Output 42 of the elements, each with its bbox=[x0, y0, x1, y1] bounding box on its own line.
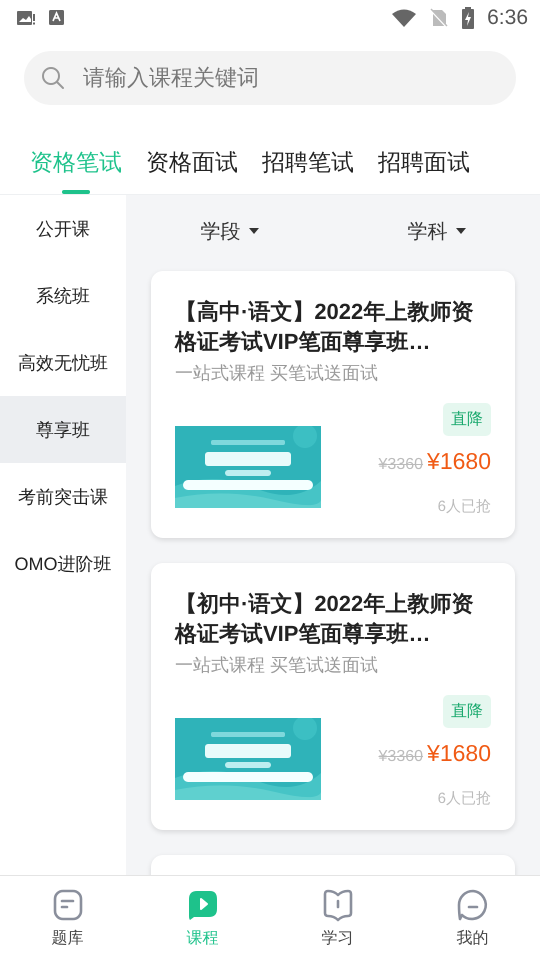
price: ¥1680 bbox=[427, 740, 491, 767]
course-title: 【初中·语文】2022年上教师资格证考试VIP笔面尊享班… bbox=[175, 590, 474, 648]
clock-time: 6:36 bbox=[487, 6, 528, 30]
filter-dropdown[interactable]: 学科 bbox=[404, 214, 470, 248]
tab[interactable]: 招聘笔试 bbox=[254, 131, 362, 178]
nav-tab[interactable]: 我的 bbox=[456, 928, 488, 949]
sidebar-item[interactable]: 尊享班 bbox=[0, 396, 126, 463]
no-sim-icon bbox=[429, 8, 450, 28]
course-title: 【高中·语文】2022年上教师资格证考试VIP笔面尊享班… bbox=[175, 298, 474, 356]
font-icon bbox=[48, 9, 66, 27]
book-icon bbox=[320, 888, 354, 922]
image-alert-icon bbox=[16, 9, 36, 27]
caret-icon bbox=[248, 228, 258, 234]
caret-icon bbox=[456, 228, 466, 234]
battery-charging-icon bbox=[461, 7, 476, 29]
price: ¥1680 bbox=[427, 448, 491, 475]
original-price: ¥3360 bbox=[378, 748, 424, 766]
sidebar-item[interactable]: 考前突击课 bbox=[0, 463, 126, 530]
course-subtitle: 一站式课程 买笔试送面试 bbox=[175, 654, 380, 677]
tab-underline bbox=[62, 190, 90, 194]
course-subtitle: 一站式课程 买笔试送面试 bbox=[175, 362, 380, 385]
nav-tab[interactable]: 学习 bbox=[322, 928, 354, 949]
search-icon bbox=[40, 65, 66, 91]
sidebar-item[interactable]: OMO进阶班 bbox=[0, 530, 126, 597]
discount-tag: 直降 bbox=[443, 403, 491, 436]
filter-dropdown[interactable]: 学段 bbox=[196, 214, 262, 248]
wifi-icon bbox=[391, 8, 418, 28]
nav-tab[interactable]: 题库 bbox=[52, 928, 84, 949]
chat-bubble-icon bbox=[456, 888, 490, 922]
tab[interactable]: 资格面试 bbox=[138, 131, 246, 178]
sold-count: 6人已抢 bbox=[438, 789, 491, 808]
sidebar-item[interactable]: 公开课 bbox=[0, 195, 126, 262]
sidebar-item[interactable]: 高效无忧班 bbox=[0, 329, 126, 396]
sidebar-item[interactable]: 系统班 bbox=[0, 262, 126, 329]
original-price: ¥3360 bbox=[378, 456, 424, 474]
sold-count: 6人已抢 bbox=[438, 497, 491, 516]
tab[interactable]: 招聘面试 bbox=[370, 131, 478, 178]
search-field[interactable]: 请输入课程关键词 bbox=[24, 51, 516, 105]
course-card[interactable]: 【高中·语文】2022年上教师资格证考试VIP笔面尊享班… 一站式课程 买笔试送面试 直降 ¥3360 ¥1680 6人已抢 bbox=[151, 271, 515, 538]
list-icon bbox=[50, 888, 84, 922]
course-card[interactable]: 【初中·语文】2022年上教师资格证考试VIP笔面尊享班… 一站式课程 买笔试送面试 直降 ¥3360 ¥1680 6人已抢 bbox=[151, 563, 515, 830]
discount-tag: 直降 bbox=[443, 695, 491, 728]
